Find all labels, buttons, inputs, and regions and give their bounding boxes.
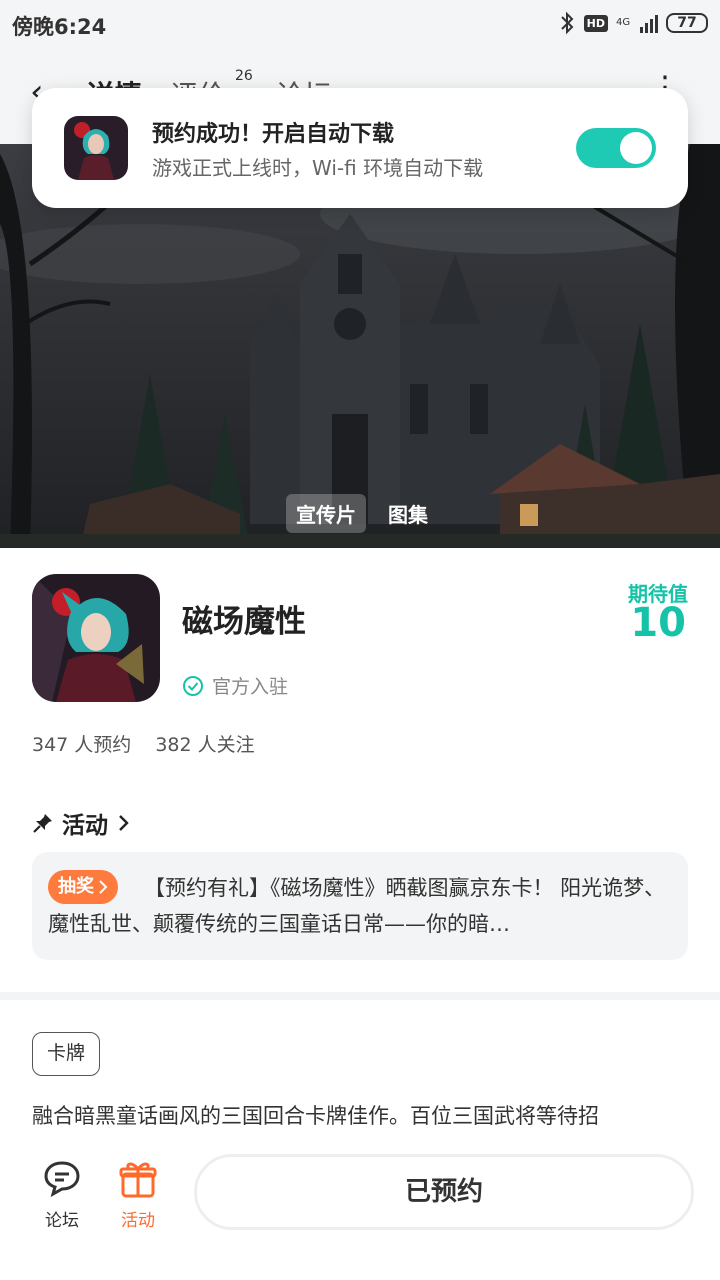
chevron-right-icon bbox=[119, 815, 129, 831]
game-stats: 347 人预约 382 人关注 bbox=[32, 730, 255, 757]
hd-badge: HD bbox=[583, 14, 608, 32]
reservation-toast: 预约成功！开启自动下载 游戏正式上线时，Wi-fi 环境自动下载 bbox=[32, 88, 688, 208]
verified-check-icon bbox=[183, 675, 203, 696]
network-type: 4G bbox=[616, 17, 631, 28]
battery-icon: 77 bbox=[666, 13, 708, 33]
tab-trailer[interactable]: 宣传片 bbox=[286, 494, 366, 533]
tab-gallery[interactable]: 图集 bbox=[378, 494, 438, 533]
chevron-right-icon bbox=[99, 880, 108, 894]
activity-text: 【预约有礼】《磁场魔性》晒截图赢京东卡！ 阳光诡梦、魔性乱世、颠覆传统的三国童话… bbox=[48, 876, 666, 936]
game-name: 磁场魔性 bbox=[182, 604, 306, 640]
activity-title: 活动 bbox=[62, 813, 108, 839]
section-divider bbox=[0, 992, 720, 1000]
official-label: 官方入驻 bbox=[212, 676, 289, 698]
reservation-count: 347 人预约 bbox=[32, 734, 132, 756]
toast-title: 预约成功！开启自动下载 bbox=[152, 122, 395, 147]
genre-tag[interactable]: 卡牌 bbox=[32, 1032, 101, 1076]
bottom-forum-label: 论坛 bbox=[45, 1211, 79, 1231]
reserved-button[interactable]: 已预约 bbox=[194, 1154, 694, 1230]
toast-subtitle: 游戏正式上线时，Wi-fi 环境自动下载 bbox=[152, 156, 484, 180]
signal-icon bbox=[640, 13, 658, 33]
lottery-tag: 抽奖 bbox=[48, 870, 118, 904]
bottom-forum[interactable]: 论坛 bbox=[32, 1158, 92, 1231]
game-icon bbox=[32, 574, 160, 702]
review-count-badge: 26 bbox=[235, 68, 253, 84]
pin-icon bbox=[33, 814, 52, 833]
expect-value: 10 bbox=[630, 600, 686, 646]
status-bar: 傍晚6:24 HD 4G 77 bbox=[0, 0, 720, 48]
status-time: 傍晚6:24 bbox=[12, 15, 107, 39]
game-description: 融合暗黑童话画风的三国回合卡牌佳作。百位三国武将等待招 bbox=[32, 1104, 599, 1128]
activity-card[interactable]: 【预约有礼】《磁场魔性》晒截图赢京东卡！ 阳光诡梦、魔性乱世、颠覆传统的三国童话… bbox=[32, 852, 688, 960]
gift-icon bbox=[119, 1162, 157, 1198]
forum-chat-icon bbox=[44, 1161, 80, 1198]
bottom-activity[interactable]: 活动 bbox=[108, 1158, 168, 1231]
status-icons: HD 4G 77 bbox=[558, 10, 708, 36]
game-thumbnail-icon bbox=[64, 116, 128, 180]
bluetooth-icon bbox=[560, 11, 574, 35]
activity-header[interactable]: 活动 bbox=[32, 806, 132, 840]
bottom-activity-label: 活动 bbox=[121, 1211, 155, 1231]
lottery-tag-label: 抽奖 bbox=[58, 876, 94, 897]
toggle-knob bbox=[620, 132, 652, 164]
auto-download-toggle[interactable] bbox=[576, 128, 656, 168]
official-badge: 官方入驻 bbox=[182, 672, 288, 699]
media-tabs: 宣传片 图集 bbox=[286, 494, 438, 533]
bottom-bar: 论坛 活动 已预约 bbox=[0, 1140, 720, 1280]
follower-count: 382 人关注 bbox=[155, 734, 255, 756]
